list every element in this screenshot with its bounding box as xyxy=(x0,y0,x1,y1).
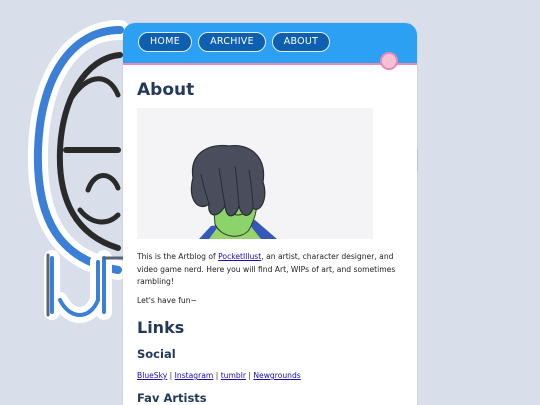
links-heading: Links xyxy=(137,318,185,337)
newgrounds-link[interactable]: Newgrounds xyxy=(253,371,300,380)
intro-paragraph: This is the Artblog of PocketIllust, an … xyxy=(137,251,401,289)
instagram-link[interactable]: Instagram xyxy=(175,371,214,380)
pocketillust-link[interactable]: PocketIllust xyxy=(218,252,261,261)
fav-artists-heading: Fav Artists xyxy=(137,391,207,405)
nav-home-button[interactable]: HOME xyxy=(138,32,192,52)
theme-toggle-knob[interactable] xyxy=(380,52,398,70)
bluesky-link[interactable]: BlueSky xyxy=(137,371,167,380)
character-illustration xyxy=(190,144,277,239)
separator: | xyxy=(169,371,173,380)
content-panel: HOME ARCHIVE ABOUT About This is the Art… xyxy=(123,23,417,405)
tumblr-link[interactable]: tumblr xyxy=(221,371,246,380)
separator: | xyxy=(248,371,251,380)
character-artwork xyxy=(137,108,373,239)
social-links: BlueSky | Instagram | tumblr | Newground… xyxy=(137,371,301,380)
social-heading: Social xyxy=(137,347,176,361)
nav-accent-stripe xyxy=(123,63,417,65)
intro-text-prefix: This is the Artblog of xyxy=(137,252,219,261)
nav-archive-button[interactable]: ARCHIVE xyxy=(198,32,266,52)
nav-about-button[interactable]: ABOUT xyxy=(272,32,330,52)
closing-line: Let's have fun~ xyxy=(137,296,197,305)
about-heading: About xyxy=(137,80,195,100)
top-navigation: HOME ARCHIVE ABOUT xyxy=(123,23,417,63)
separator: | xyxy=(215,371,219,380)
